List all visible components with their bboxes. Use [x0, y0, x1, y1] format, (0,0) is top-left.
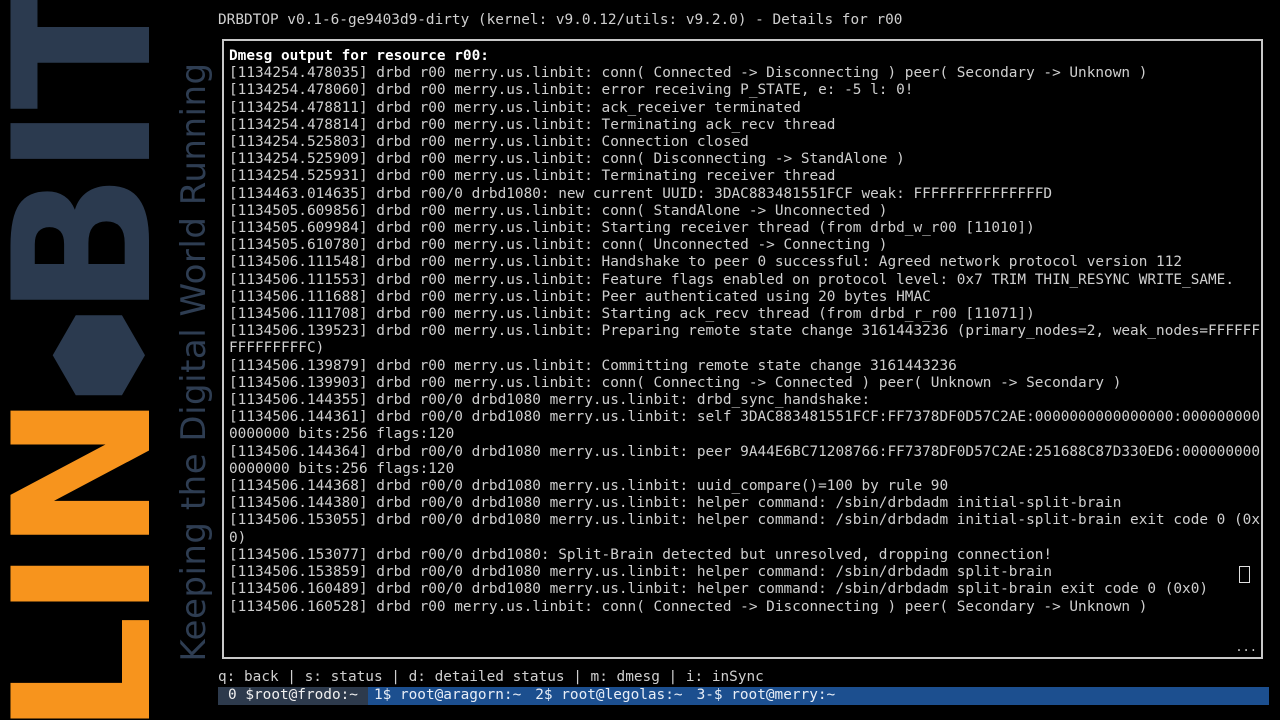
log-line: [1134506.144380] drbd r00/0 drbd1080 mer…	[229, 495, 1122, 512]
keybinding-help-bar: q: back | s: status | d: detailed status…	[218, 669, 764, 685]
dmesg-panel[interactable]: Dmesg output for resource r00: [1134254.…	[222, 39, 1263, 659]
log-line: [1134505.609856] drbd r00 merry.us.linbi…	[229, 202, 888, 219]
log-line: [1134254.525909] drbd r00 merry.us.linbi…	[229, 151, 905, 168]
tmux-window-0[interactable]: 0 $root@frodo:~	[218, 687, 368, 705]
scroll-more-indicator: ...	[1235, 640, 1257, 654]
branding-tagline: Keeping the Digital World Running	[174, 62, 214, 662]
log-line: [1134254.525803] drbd r00 merry.us.linbi…	[229, 134, 749, 151]
log-line: [1134506.111548] drbd r00 merry.us.linbi…	[229, 254, 1183, 271]
log-line: [1134505.610780] drbd r00 merry.us.linbi…	[229, 237, 888, 254]
log-line: [1134254.478035] drbd r00 merry.us.linbi…	[229, 65, 1148, 82]
log-line: [1134506.111708] drbd r00 merry.us.linbi…	[229, 306, 1035, 323]
log-line: [1134506.144368] drbd r00/0 drbd1080 mer…	[229, 478, 949, 495]
log-line: [1134506.153859] drbd r00/0 drbd1080 mer…	[229, 564, 1053, 581]
log-line: [1134506.139879] drbd r00 merry.us.linbi…	[229, 357, 957, 374]
log-line: [1134254.478814] drbd r00 merry.us.linbi…	[229, 116, 836, 133]
log-line: [1134254.525931] drbd r00 merry.us.linbi…	[229, 168, 836, 185]
log-line: [1134506.111553] drbd r00 merry.us.linbi…	[229, 271, 1235, 288]
dmesg-log: [1134254.478035] drbd r00 merry.us.linbi…	[229, 65, 1260, 616]
log-line: [1134254.478060] drbd r00 merry.us.linbi…	[229, 82, 914, 99]
tmux-window-3[interactable]: 3-$ root@merry:~	[691, 687, 844, 704]
logo-hexagon-icon: ⬢	[32, 311, 161, 404]
logo-text-lin: LIN	[0, 397, 194, 720]
tmux-window-2[interactable]: 2$ root@legolas:~	[529, 687, 690, 704]
log-line: [1134254.478811] drbd r00 merry.us.linbi…	[229, 99, 801, 116]
log-line: [1134506.144361] drbd r00/0 drbd1080 mer…	[229, 409, 1261, 443]
linbit-branding: LIN⬢BIT Keeping the Digital World Runnin…	[0, 0, 215, 720]
log-line: [1134506.144364] drbd r00/0 drbd1080 mer…	[229, 443, 1261, 477]
log-line: [1134505.609984] drbd r00 merry.us.linbi…	[229, 220, 1035, 237]
linbit-logo: LIN⬢BIT	[0, 0, 194, 720]
log-line: [1134506.139523] drbd r00 merry.us.linbi…	[229, 323, 1261, 357]
terminal-cursor	[1239, 566, 1250, 583]
window-title: DRBDTOP v0.1-6-ge9403d9-dirty (kernel: v…	[218, 12, 903, 28]
log-line: [1134506.139903] drbd r00 merry.us.linbi…	[229, 374, 1122, 391]
log-line: [1134506.160489] drbd r00/0 drbd1080 mer…	[229, 581, 1209, 598]
log-line: [1134506.111688] drbd r00 merry.us.linbi…	[229, 288, 931, 305]
log-line: [1134506.153055] drbd r00/0 drbd1080 mer…	[229, 512, 1261, 546]
log-line: [1134463.014635] drbd r00/0 drbd1080: ne…	[229, 185, 1053, 202]
log-line: [1134506.153077] drbd r00/0 drbd1080: Sp…	[229, 546, 1053, 563]
tmux-window-1[interactable]: 1$ root@aragorn:~	[368, 687, 529, 704]
log-line: [1134506.160528] drbd r00 merry.us.linbi…	[229, 598, 1148, 615]
tmux-status-bar: 0 $root@frodo:~ 1$ root@aragorn:~ 2$ root@…	[218, 687, 1269, 705]
panel-heading: Dmesg output for resource r00:	[229, 48, 489, 64]
log-line: [1134506.144355] drbd r00/0 drbd1080 mer…	[229, 392, 871, 409]
logo-text-bit: BIT	[0, 0, 194, 318]
